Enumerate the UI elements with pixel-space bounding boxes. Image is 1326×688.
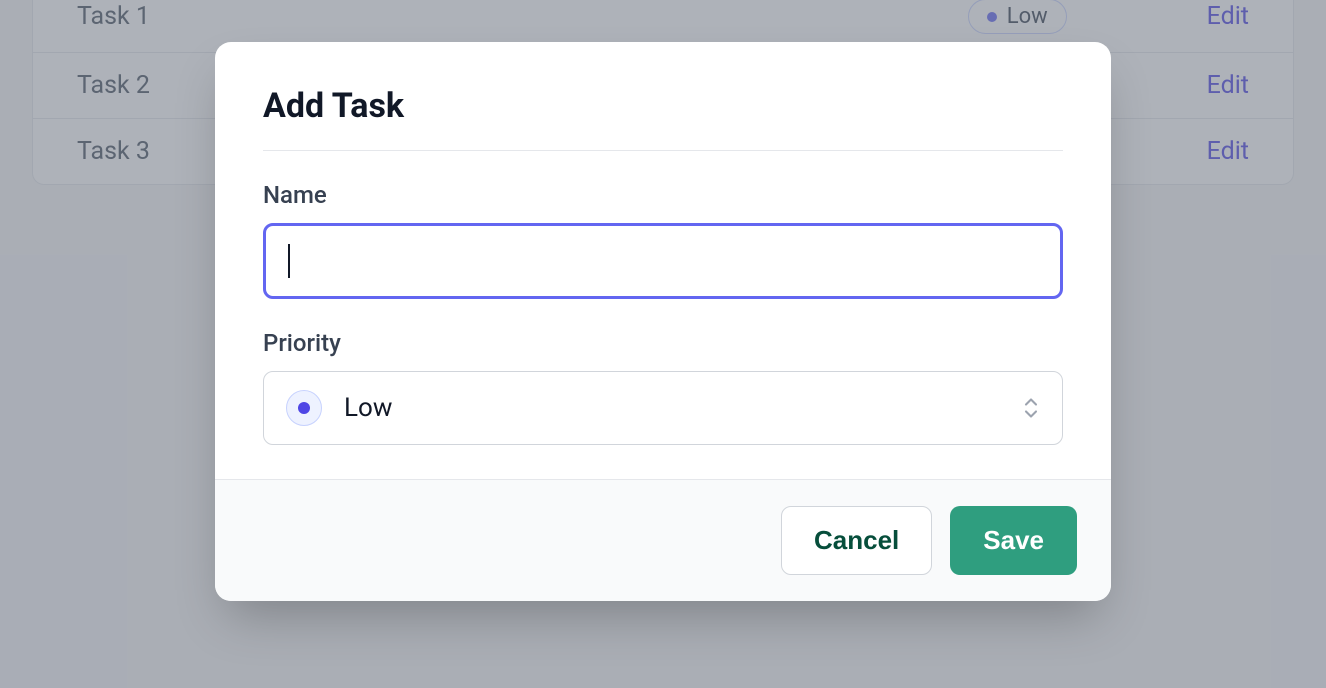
name-field-group: Name (263, 181, 1063, 299)
save-button[interactable]: Save (950, 506, 1077, 575)
priority-select[interactable]: Low (263, 371, 1063, 445)
priority-selected-text: Low (344, 393, 392, 423)
priority-select-value: Low (286, 390, 392, 426)
cancel-button[interactable]: Cancel (781, 506, 932, 575)
name-input[interactable] (263, 223, 1063, 299)
priority-label: Priority (263, 329, 1063, 357)
modal-overlay[interactable]: Add Task Name Priority Low (0, 0, 1326, 688)
modal-footer: Cancel Save (215, 479, 1111, 601)
name-label: Name (263, 181, 1063, 209)
priority-field-group: Priority Low (263, 329, 1063, 445)
priority-dot-icon (286, 390, 322, 426)
modal-title: Add Task (263, 86, 1063, 151)
modal-body: Add Task Name Priority Low (215, 42, 1111, 479)
chevron-up-down-icon (1022, 397, 1040, 419)
add-task-modal: Add Task Name Priority Low (215, 42, 1111, 601)
text-cursor-icon (288, 244, 290, 278)
